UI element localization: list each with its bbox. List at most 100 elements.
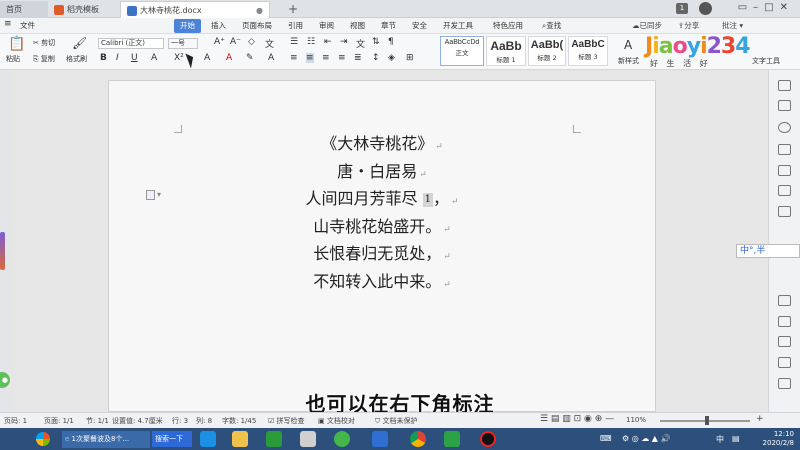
- new-style-button[interactable]: 新样式: [618, 56, 639, 66]
- copy-button[interactable]: ⎘ 复制: [33, 54, 55, 64]
- sidebar-properties-icon[interactable]: [778, 122, 791, 133]
- superscript-icon[interactable]: X²: [174, 53, 184, 63]
- taskbar-chrome-icon[interactable]: [410, 431, 426, 447]
- align-left-icon[interactable]: ≡: [290, 53, 298, 63]
- justify-icon[interactable]: ≡: [338, 53, 346, 63]
- phonetic-icon[interactable]: 文: [265, 37, 274, 50]
- line-spacing-icon[interactable]: ↕: [372, 53, 380, 63]
- indent-icon[interactable]: ⇥: [340, 37, 348, 47]
- zoom-slider-handle[interactable]: [705, 416, 709, 425]
- text-color-icon[interactable]: A: [226, 53, 232, 63]
- protection-status[interactable]: ⛉ 文档未保护: [375, 416, 417, 426]
- sidebar-help-icon[interactable]: [778, 357, 791, 368]
- format-painter-button[interactable]: 格式刷: [66, 54, 87, 64]
- sidebar-location-icon[interactable]: [778, 144, 791, 155]
- proofread-button[interactable]: ▣ 文档校对: [318, 416, 355, 426]
- sidebar-backup-icon[interactable]: [778, 295, 791, 306]
- style-heading-1[interactable]: AaBb 标题 1: [486, 36, 526, 66]
- tab-home[interactable]: 首页: [0, 1, 48, 18]
- view-mode-icons[interactable]: ☰ ▤ ▥ ⊡ ◉ ⊕ —: [540, 414, 614, 424]
- zoom-level[interactable]: 110%: [626, 416, 646, 424]
- poem-body[interactable]: 《大林寺桃花》 ↵ 唐・白居易 ↵ 人间四月芳菲尽 1， ↵ 山寺桃花始盛开。 ↵ 长恨…: [108, 132, 656, 297]
- notification-badge[interactable]: 1: [676, 3, 688, 14]
- status-setting-value[interactable]: 设置值: 4.7厘米: [112, 416, 163, 426]
- bullets-icon[interactable]: ☰: [290, 37, 298, 47]
- style-heading-3[interactable]: AaBbC 标题 3: [568, 36, 608, 66]
- menu-page-layout[interactable]: 页面布局: [242, 19, 272, 33]
- char-border-icon[interactable]: A: [268, 53, 274, 63]
- bold-icon[interactable]: B: [100, 53, 107, 63]
- font-name-select[interactable]: Calibri (正文): [98, 38, 164, 49]
- sidebar-cursor-icon[interactable]: [778, 80, 791, 91]
- taskbar-search-button[interactable]: 搜索一下: [152, 431, 192, 447]
- sidebar-table-icon[interactable]: [778, 185, 791, 196]
- taskbar-store-icon[interactable]: [266, 431, 282, 447]
- windows-start-icon[interactable]: [36, 432, 50, 446]
- tab-template[interactable]: 稻壳模板: [48, 1, 120, 18]
- sidebar-style-icon[interactable]: [778, 100, 791, 111]
- keyboard-icon[interactable]: ⌨: [600, 434, 612, 443]
- italic-icon[interactable]: I: [116, 53, 119, 63]
- taskbar-browser-window[interactable]: e 1次聚餐波及8个...: [62, 431, 150, 448]
- menu-features[interactable]: 特色应用: [493, 19, 523, 33]
- notification-icon[interactable]: ▤: [732, 434, 740, 443]
- sidebar-wrap-icon[interactable]: [778, 165, 791, 176]
- zoom-in-icon[interactable]: +: [756, 414, 764, 424]
- taskbar-iqiyi-icon[interactable]: [444, 431, 460, 447]
- hamburger-icon[interactable]: ≡: [4, 19, 12, 29]
- menu-dev-tools[interactable]: 开发工具: [443, 19, 473, 33]
- align-center-icon[interactable]: ≡: [306, 53, 314, 63]
- sync-status[interactable]: ☁已同步: [632, 19, 662, 33]
- system-tray-icons[interactable]: ⚙ ◎ ☁ ▲ 🔊: [622, 434, 670, 443]
- underline-icon[interactable]: U: [131, 53, 138, 63]
- status-column[interactable]: 列: 8: [196, 416, 212, 426]
- taskbar-ie-icon[interactable]: [200, 431, 216, 447]
- menu-security[interactable]: 安全: [412, 19, 427, 33]
- tab-document[interactable]: 大林寺桃花.docx ●: [120, 1, 270, 18]
- spell-check-button[interactable]: ☑ 拼写检查: [268, 416, 305, 426]
- paste-button[interactable]: 粘贴: [6, 54, 20, 64]
- sidebar-translate-icon[interactable]: [778, 336, 791, 347]
- shading-icon[interactable]: ◈: [388, 53, 395, 63]
- menu-insert[interactable]: 插入: [211, 19, 226, 33]
- ime-toolbar[interactable]: 中°,半: [736, 244, 800, 258]
- align-right-icon[interactable]: ≡: [322, 53, 330, 63]
- menu-chapter[interactable]: 章节: [381, 19, 396, 33]
- menu-review[interactable]: 审阅: [319, 19, 334, 33]
- status-section[interactable]: 节: 1/1: [86, 416, 109, 426]
- highlight-color-icon[interactable]: ✎: [246, 53, 254, 63]
- font-color-icon[interactable]: A: [151, 53, 157, 63]
- taskbar-360-icon[interactable]: [334, 431, 350, 447]
- menu-file[interactable]: 文件: [20, 19, 35, 33]
- search-button[interactable]: ⌕查找: [542, 19, 561, 33]
- status-pages[interactable]: 页面: 1/1: [44, 416, 74, 426]
- window-controls[interactable]: ▭–□✕: [738, 2, 794, 13]
- taskbar-photos-icon[interactable]: [300, 431, 316, 447]
- outdent-icon[interactable]: ⇤: [324, 37, 332, 47]
- cut-button[interactable]: ✂ 剪切: [33, 38, 55, 48]
- numbering-icon[interactable]: ☷: [307, 37, 315, 47]
- paste-icon[interactable]: 📋: [8, 36, 25, 52]
- avatar[interactable]: [699, 2, 712, 15]
- taskbar-ime[interactable]: 中: [716, 434, 724, 445]
- sort-icon[interactable]: ⇅: [372, 37, 380, 47]
- menu-view[interactable]: 视图: [350, 19, 365, 33]
- taskbar-recorder-icon[interactable]: [480, 431, 496, 447]
- font-size-select[interactable]: 一号: [168, 38, 198, 49]
- taskbar-clock[interactable]: 12:10 2020/2/8: [763, 430, 794, 448]
- style-normal[interactable]: AaBbCcDd 正文: [440, 36, 484, 66]
- taskbar-folder-icon[interactable]: [232, 431, 248, 447]
- side-widget[interactable]: [0, 232, 5, 270]
- menu-start[interactable]: 开始: [174, 19, 201, 33]
- format-painter-icon[interactable]: 🖌: [72, 36, 87, 50]
- shrink-font-icon[interactable]: A⁻: [230, 37, 241, 47]
- clear-format-icon[interactable]: ◇: [248, 37, 255, 47]
- share-button[interactable]: ⇪分享: [678, 19, 699, 33]
- taskbar-wps-icon[interactable]: [372, 431, 388, 447]
- close-tab-icon[interactable]: ●: [256, 2, 263, 19]
- new-tab-button[interactable]: +: [282, 1, 298, 18]
- show-marks-icon[interactable]: ¶: [388, 37, 394, 47]
- status-word-count[interactable]: 字数: 1/45: [222, 416, 256, 426]
- new-style-icon[interactable]: A: [624, 38, 632, 52]
- distribute-icon[interactable]: ≣: [354, 53, 362, 63]
